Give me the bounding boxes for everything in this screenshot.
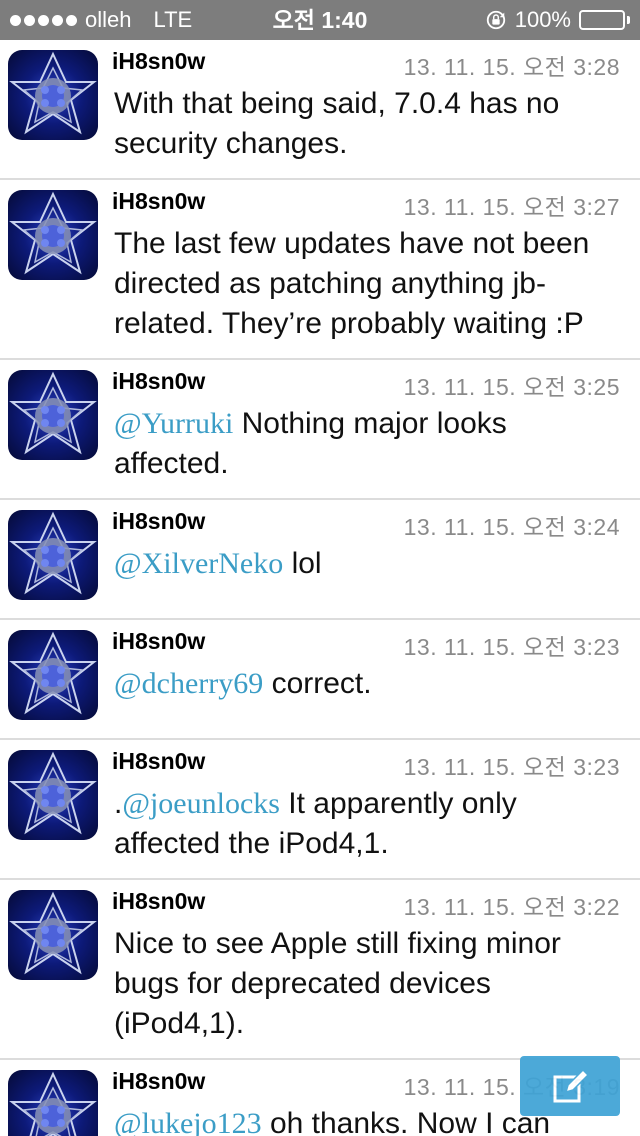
avatar[interactable] <box>8 50 98 140</box>
rotation-lock-icon <box>486 10 505 30</box>
tweet-row[interactable]: iH8sn0w 13. 11. 15. 오전 3:23 .@joeunlocks… <box>0 740 640 880</box>
tweet-row[interactable]: iH8sn0w 13. 11. 15. 오전 3:27 The last few… <box>0 180 640 360</box>
tweet-row[interactable]: iH8sn0w 13. 11. 15. 오전 3:23 @dcherry69 c… <box>0 620 640 740</box>
tweet-text: .@joeunlocks It apparently only affected… <box>114 784 626 864</box>
tweet-author: iH8sn0w <box>112 888 206 914</box>
tweet-timestamp: 13. 11. 15. 오전 3:23 <box>403 634 620 660</box>
tweet-mention-link[interactable]: @Yurruki <box>114 407 233 440</box>
tweet-mention-link[interactable]: @lukejo123 <box>114 1107 262 1136</box>
tweet-timestamp: 13. 11. 15. 오전 3:23 <box>403 754 620 780</box>
battery-percent: 100% <box>514 7 571 32</box>
tweet-timestamp: 13. 11. 15. 오전 3:22 <box>403 894 620 920</box>
battery-icon <box>579 10 630 30</box>
tweet-text: Nice to see Apple still fixing minor bug… <box>114 924 626 1044</box>
tweet-author: iH8sn0w <box>112 508 206 534</box>
tweet-timestamp: 13. 11. 15. 오전 3:24 <box>403 514 620 540</box>
tweet-author: iH8sn0w <box>112 1068 206 1094</box>
compose-button[interactable] <box>520 1056 620 1116</box>
avatar[interactable] <box>8 190 98 280</box>
tweet-row[interactable]: iH8sn0w 13. 11. 15. 오전 3:25 @Yurruki Not… <box>0 360 640 500</box>
tweet-text: @XilverNeko lol <box>114 544 626 584</box>
tweet-row[interactable]: iH8sn0w 13. 11. 15. 오전 3:28 With that be… <box>0 40 640 180</box>
tweet-body-text: Nice to see Apple still fixing minor bug… <box>114 927 561 1040</box>
tweet-mention-link[interactable]: @dcherry69 <box>114 667 263 700</box>
tweet-author: iH8sn0w <box>112 628 206 654</box>
tweet-body-text: oh thanks. Now I can <box>261 1107 551 1136</box>
tweet-row[interactable]: iH8sn0w 13. 11. 15. 오전 3:22 Nice to see … <box>0 880 640 1060</box>
tweet-body-text: correct. <box>263 667 372 700</box>
tweet-author: iH8sn0w <box>112 188 206 214</box>
tweet-timestamp: 13. 11. 15. 오전 3:27 <box>403 194 620 220</box>
tweet-text: The last few updates have not been direc… <box>114 224 626 344</box>
avatar[interactable] <box>8 370 98 460</box>
tweet-mention-link[interactable]: @joeunlocks <box>122 787 280 820</box>
tweet-body-text: With that being said, 7.0.4 has no secur… <box>114 87 560 160</box>
status-right: 100% <box>485 0 630 40</box>
tweet-timestamp: 13. 11. 15. 오전 3:28 <box>403 54 620 80</box>
tweet-author: iH8sn0w <box>112 748 206 774</box>
tweet-text: With that being said, 7.0.4 has no secur… <box>114 84 626 164</box>
avatar[interactable] <box>8 510 98 600</box>
tweet-timestamp: 13. 11. 15. 오전 3:25 <box>403 374 620 400</box>
tweet-mention-link[interactable]: @XilverNeko <box>114 547 283 580</box>
tweet-text: @dcherry69 correct. <box>114 664 626 704</box>
tweet-timeline[interactable]: iH8sn0w 13. 11. 15. 오전 3:28 With that be… <box>0 40 640 1136</box>
avatar[interactable] <box>8 1070 98 1136</box>
tweet-row[interactable]: iH8sn0w 13. 11. 15. 오전 3:24 @XilverNeko … <box>0 500 640 620</box>
avatar[interactable] <box>8 630 98 720</box>
tweet-author: iH8sn0w <box>112 368 206 394</box>
avatar[interactable] <box>8 750 98 840</box>
tweet-author: iH8sn0w <box>112 48 206 74</box>
avatar[interactable] <box>8 890 98 980</box>
tweet-text: @Yurruki Nothing major looks affected. <box>114 404 626 484</box>
tweet-body-text: lol <box>283 547 322 580</box>
status-bar: olleh LTE 오전 1:40 100% <box>0 0 640 40</box>
compose-icon <box>553 1068 590 1103</box>
tweet-body-text: The last few updates have not been direc… <box>114 227 590 340</box>
